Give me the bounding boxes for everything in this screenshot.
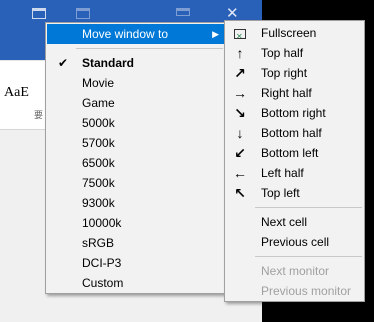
submenu-item-right-half[interactable]: → Right half [226, 83, 363, 103]
menu-item-label: Move window to [82, 27, 169, 41]
submenu-arrow-icon: ▶ [212, 29, 219, 39]
menu-item-label: Bottom half [261, 126, 322, 140]
menu-item-label: 5000k [82, 116, 115, 130]
arrow-right-icon: → [233, 85, 247, 101]
minimize-icon[interactable] [176, 8, 190, 16]
submenu-item-left-half[interactable]: ← Left half [226, 163, 363, 183]
menu-item-label: 5700k [82, 136, 115, 150]
arrow-up-icon: ↑ [236, 45, 244, 61]
menu-item-movie[interactable]: Movie [47, 73, 224, 93]
menu-item-label: 10000k [82, 216, 122, 230]
menu-item-label: Next monitor [261, 264, 330, 278]
menu-item-label: 7500k [82, 176, 115, 190]
menu-item-label: Bottom right [261, 106, 326, 120]
move-window-submenu: Fullscreen ↑ Top half ↗ Top right → Righ… [224, 20, 365, 302]
submenu-item-top-half[interactable]: ↑ Top half [226, 43, 363, 63]
menu-item-label: Right half [261, 86, 312, 100]
menu-item-label: 9300k [82, 196, 115, 210]
menu-item-5700k[interactable]: 5700k [47, 133, 224, 153]
menu-item-label: Standard [82, 56, 135, 70]
submenu-item-top-left[interactable]: ↖ Top left [226, 183, 363, 203]
menu-item-label: Fullscreen [261, 26, 317, 40]
submenu-item-next-monitor: Next monitor [226, 261, 363, 281]
menu-item-9300k[interactable]: 9300k [47, 193, 224, 213]
submenu-item-bottom-left[interactable]: ↙ Bottom left [226, 143, 363, 163]
menu-item-label: Top half [261, 46, 304, 60]
menu-item-label: Custom [82, 276, 124, 290]
menu-item-label: Movie [82, 76, 115, 90]
menu-item-6500k[interactable]: 6500k [47, 153, 224, 173]
menu-item-10000k[interactable]: 10000k [47, 213, 224, 233]
submenu-item-bottom-right[interactable]: ↘ Bottom right [226, 103, 363, 123]
menu-item-5000k[interactable]: 5000k [47, 113, 224, 133]
menu-item-dci-p3[interactable]: DCI-P3 [47, 253, 224, 273]
submenu-item-fullscreen[interactable]: Fullscreen [226, 23, 363, 47]
close-icon[interactable]: ✕ [226, 6, 239, 21]
menu-item-label: 6500k [82, 156, 115, 170]
menu-item-label: Previous monitor [261, 284, 352, 298]
submenu-item-next-cell[interactable]: Next cell [226, 212, 363, 232]
fullscreen-icon [232, 23, 248, 47]
menu-item-label: Left half [261, 166, 304, 180]
submenu-item-bottom-half[interactable]: ↓ Bottom half [226, 123, 363, 143]
menu-item-label: Bottom left [261, 146, 319, 160]
submenu-item-previous-monitor: Previous monitor [226, 281, 363, 301]
menu-item-label: DCI-P3 [82, 256, 122, 270]
menu-item-7500k[interactable]: 7500k [47, 173, 224, 193]
menu-item-label: Game [82, 96, 115, 110]
menu-item-label: Top left [261, 186, 300, 200]
menu-separator [255, 207, 362, 208]
context-menu: Move window to ▶ ✔ Standard Movie Game 5… [45, 22, 226, 294]
monitor-icon[interactable] [32, 8, 46, 19]
menu-item-move-window-to[interactable]: Move window to ▶ [47, 24, 224, 44]
menu-separator [255, 256, 362, 257]
submenu-item-top-right[interactable]: ↗ Top right [226, 63, 363, 83]
desktop: ✕ AaE 要 Move window to ▶ ✔ Standard Movi… [0, 0, 374, 322]
menu-item-custom[interactable]: Custom [47, 273, 224, 293]
menu-separator [76, 48, 223, 49]
menu-item-srgb[interactable]: sRGB [47, 233, 224, 253]
window-icon[interactable] [76, 8, 90, 19]
sample-text: AaE [4, 85, 29, 100]
menu-item-label: Top right [261, 66, 308, 80]
menu-item-game[interactable]: Game [47, 93, 224, 113]
arrow-up-right-icon: ↗ [234, 65, 246, 81]
menu-item-label: sRGB [82, 236, 115, 250]
arrow-left-icon: ← [233, 165, 247, 181]
sample-subtext: 要 [34, 110, 44, 120]
menu-item-standard[interactable]: ✔ Standard [47, 53, 224, 73]
arrow-down-left-icon: ↙ [234, 145, 246, 161]
arrow-down-right-icon: ↘ [234, 105, 246, 121]
submenu-item-previous-cell[interactable]: Previous cell [226, 232, 363, 252]
arrow-up-left-icon: ↖ [234, 185, 246, 201]
checkmark-icon: ✔ [58, 56, 69, 70]
arrow-down-icon: ↓ [236, 125, 244, 141]
menu-item-label: Previous cell [261, 235, 330, 249]
menu-item-label: Next cell [261, 215, 308, 229]
